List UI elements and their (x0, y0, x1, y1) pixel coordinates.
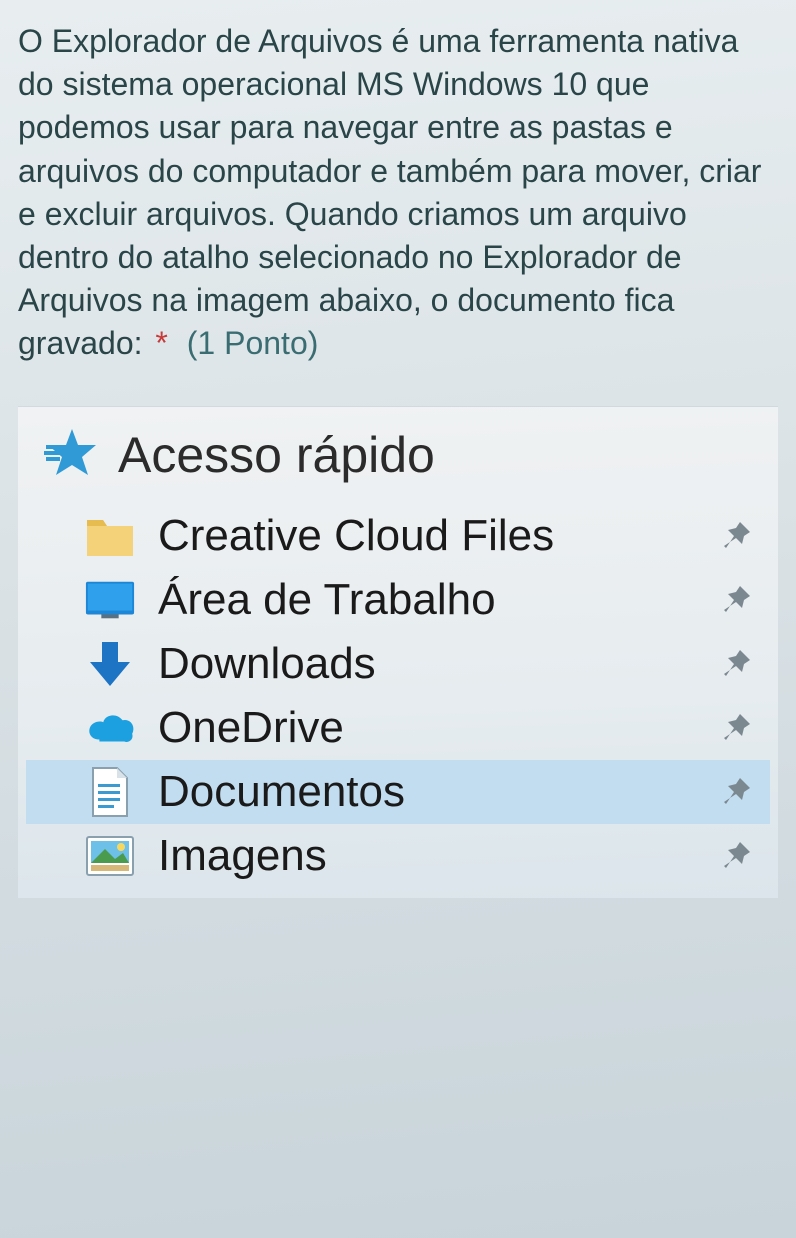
pin-icon (720, 838, 756, 874)
quick-access-header[interactable]: Acesso rápido (26, 425, 770, 486)
desktop-icon (84, 574, 136, 626)
sidebar-item-images[interactable]: Imagens (26, 824, 770, 888)
sidebar-item-label: Área de Trabalho (158, 575, 698, 625)
file-explorer-sidebar: Acesso rápido Creative Cloud Files Área … (18, 406, 778, 898)
sidebar-item-label: Downloads (158, 639, 698, 689)
images-icon (84, 830, 136, 882)
pin-icon (720, 710, 756, 746)
sidebar-item-downloads[interactable]: Downloads (26, 632, 770, 696)
sidebar-item-creative-cloud[interactable]: Creative Cloud Files (26, 504, 770, 568)
points-label: (1 Ponto) (187, 325, 319, 361)
sidebar-item-onedrive[interactable]: OneDrive (26, 696, 770, 760)
sidebar-item-label: Imagens (158, 831, 698, 881)
documents-icon (84, 766, 136, 818)
required-indicator: * (155, 325, 167, 361)
pin-icon (720, 518, 756, 554)
question-text: O Explorador de Arquivos é uma ferrament… (18, 20, 778, 366)
onedrive-cloud-icon (84, 702, 136, 754)
quick-access-label: Acesso rápido (118, 426, 435, 484)
sidebar-item-label: OneDrive (158, 703, 698, 753)
pin-icon (720, 646, 756, 682)
folder-icon (84, 510, 136, 562)
quick-access-star-icon (44, 425, 100, 486)
question-body: O Explorador de Arquivos é uma ferrament… (18, 23, 761, 361)
sidebar-item-label: Creative Cloud Files (158, 511, 698, 561)
downloads-icon (84, 638, 136, 690)
pin-icon (720, 774, 756, 810)
sidebar-item-label: Documentos (158, 767, 698, 817)
sidebar-item-desktop[interactable]: Área de Trabalho (26, 568, 770, 632)
pin-icon (720, 582, 756, 618)
sidebar-item-documents[interactable]: Documentos (26, 760, 770, 824)
